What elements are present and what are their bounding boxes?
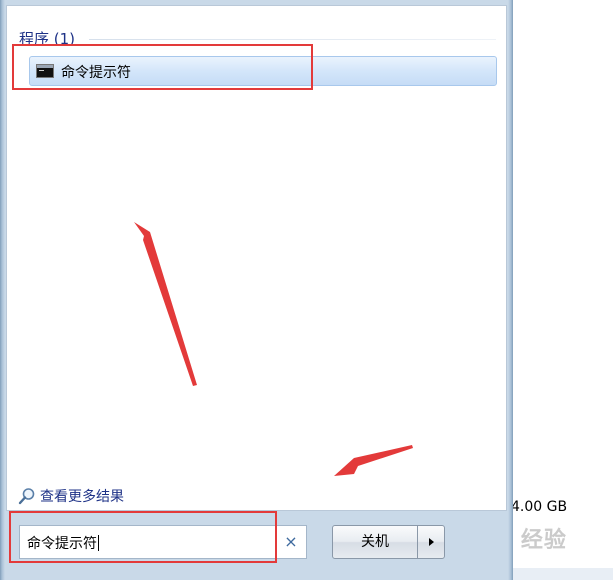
see-more-results-label: 查看更多结果 [40,489,124,505]
magnifier-icon [18,488,35,505]
screenshot: 4.00 GB Bai 经验 程序 (1) 命令提示符 查看更多结果 命令提示符… [0,0,613,580]
shutdown-options-button[interactable] [417,525,445,559]
annotation-box-search [9,511,277,563]
clear-search-icon[interactable]: × [283,533,299,551]
shutdown-button[interactable]: 关机 [332,525,418,559]
desktop-background [513,0,613,580]
taskbar-strip [513,568,613,580]
annotation-box-result [12,44,313,90]
group-divider [89,39,496,40]
arrow-right-icon [429,538,434,546]
disk-capacity-text: 4.00 GB [511,499,568,515]
